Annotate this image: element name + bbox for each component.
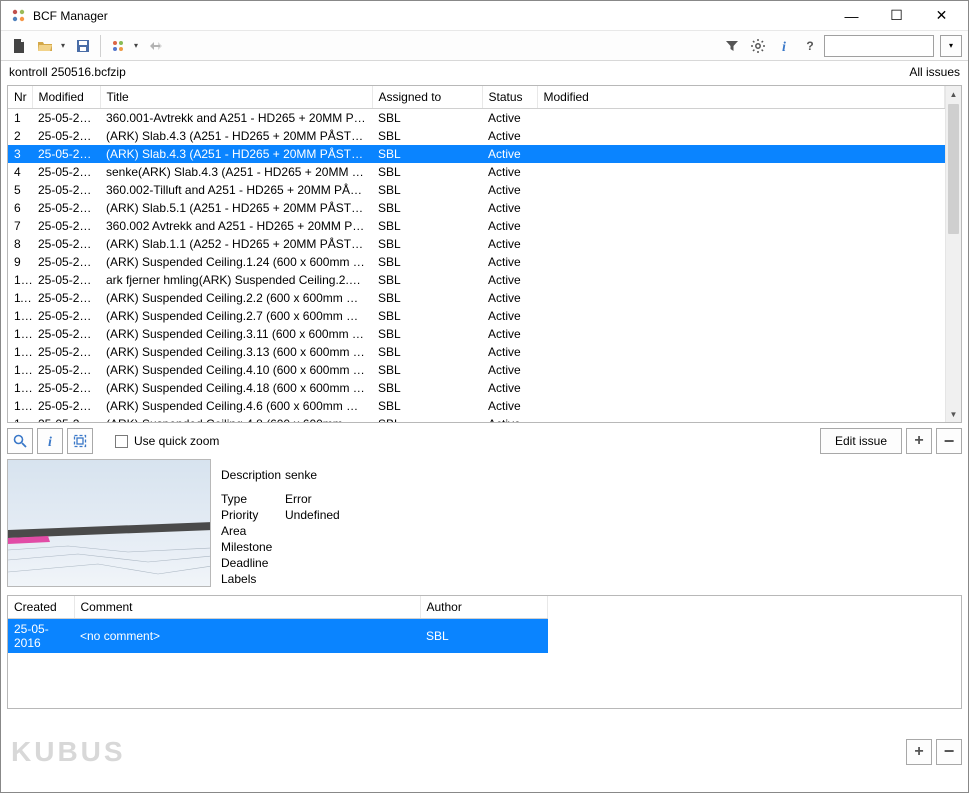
table-row[interactable]: 125-05-2016360.001-Avtrekk and A251 - HD…	[8, 109, 945, 128]
svg-text:i: i	[48, 435, 52, 449]
field-area-label: Area	[221, 524, 285, 538]
maximize-button[interactable]: ☐	[874, 2, 919, 30]
col-modified[interactable]: Modified	[32, 86, 100, 109]
table-row[interactable]: 1625-05-2016(ARK) Suspended Ceiling.4.18…	[8, 379, 945, 397]
field-description-label: Description	[221, 468, 285, 482]
field-type-value: Error	[285, 492, 312, 506]
col-assigned[interactable]: Assigned to	[372, 86, 482, 109]
field-priority-value: Undefined	[285, 508, 340, 522]
field-milestone-label: Milestone	[221, 540, 285, 554]
table-row[interactable]: 1525-05-2016(ARK) Suspended Ceiling.4.10…	[8, 361, 945, 379]
table-row[interactable]: 425-05-2016senke(ARK) Slab.4.3 (A251 - H…	[8, 163, 945, 181]
table-row[interactable]: 1125-05-2016(ARK) Suspended Ceiling.2.2 …	[8, 289, 945, 307]
new-file-button[interactable]	[7, 34, 31, 58]
field-description-value: senke	[285, 468, 317, 482]
search-input[interactable]	[824, 35, 934, 57]
scroll-thumb[interactable]	[948, 104, 959, 234]
open-file-name: kontroll 250516.bcfzip	[9, 65, 909, 79]
remove-issue-button[interactable]: −	[936, 428, 962, 454]
table-row[interactable]: 825-05-2016(ARK) Slab.1.1 (A252 - HD265 …	[8, 235, 945, 253]
save-button[interactable]	[71, 34, 95, 58]
issues-panel: Nr Modified Title Assigned to Status Mod…	[7, 85, 962, 423]
issues-scrollbar[interactable]: ▲ ▼	[945, 86, 961, 422]
table-row[interactable]: 25-05-2016<no comment>SBL	[8, 619, 548, 654]
table-row[interactable]: 325-05-2016(ARK) Slab.4.3 (A251 - HD265 …	[8, 145, 945, 163]
detail-panel: Descriptionsenke TypeError PriorityUndef…	[7, 459, 962, 587]
add-comment-button[interactable]: +	[906, 739, 932, 765]
use-quick-zoom-label: Use quick zoom	[134, 434, 219, 448]
use-quick-zoom-checkbox[interactable]: Use quick zoom	[115, 434, 219, 448]
scroll-up-icon[interactable]: ▲	[946, 86, 961, 102]
issue-thumbnail[interactable]	[7, 459, 211, 587]
table-row[interactable]: 925-05-2016(ARK) Suspended Ceiling.1.24 …	[8, 253, 945, 271]
col-title[interactable]: Title	[100, 86, 372, 109]
scroll-down-icon[interactable]: ▼	[946, 406, 961, 422]
sync-button[interactable]	[144, 34, 168, 58]
col-nr[interactable]: Nr	[8, 86, 32, 109]
window-title: BCF Manager	[33, 9, 829, 23]
col-author[interactable]: Author	[420, 596, 548, 619]
open-file-button[interactable]: ▾	[33, 34, 69, 58]
toolbar: ▾ ▾ i ? ▾	[1, 31, 968, 61]
svg-text:i: i	[782, 40, 786, 54]
table-row[interactable]: 1825-05-2016(ARK) Suspended Ceiling.4.8 …	[8, 415, 945, 422]
col-comment[interactable]: Comment	[74, 596, 420, 619]
zoom-button[interactable]	[7, 428, 33, 454]
bcf-topics-button[interactable]: ▾	[106, 34, 142, 58]
filter-button[interactable]	[720, 34, 744, 58]
footer: KUBUS + −	[1, 711, 968, 792]
table-row[interactable]: 725-05-2016360.002 Avtrekk and A251 - HD…	[8, 217, 945, 235]
bcf-topics-caret[interactable]: ▾	[130, 34, 142, 58]
edit-issue-button[interactable]: Edit issue	[820, 428, 902, 454]
info-button[interactable]: i	[772, 34, 796, 58]
open-file-caret[interactable]: ▾	[57, 34, 69, 58]
table-row[interactable]: 225-05-2016(ARK) Slab.4.3 (A251 - HD265 …	[8, 127, 945, 145]
search-dropdown[interactable]: ▾	[940, 35, 962, 57]
issues-table[interactable]: Nr Modified Title Assigned to Status Mod…	[8, 86, 945, 422]
field-priority-label: Priority	[221, 508, 285, 522]
help-button[interactable]: ?	[798, 34, 822, 58]
table-row[interactable]: 525-05-2016360.002-Tilluft and A251 - HD…	[8, 181, 945, 199]
kubus-logo: KUBUS	[11, 736, 126, 768]
table-row[interactable]: 1725-05-2016(ARK) Suspended Ceiling.4.6 …	[8, 397, 945, 415]
field-labels-label: Labels	[221, 572, 285, 586]
field-type-label: Type	[221, 492, 285, 506]
table-row[interactable]: 625-05-2016(ARK) Slab.5.1 (A251 - HD265 …	[8, 199, 945, 217]
table-row[interactable]: 1225-05-2016(ARK) Suspended Ceiling.2.7 …	[8, 307, 945, 325]
minimize-button[interactable]: —	[829, 2, 874, 30]
col-modified2[interactable]: Modified	[537, 86, 945, 109]
titlebar: BCF Manager — ☐ ✕	[1, 1, 968, 31]
table-row[interactable]: 1425-05-2016(ARK) Suspended Ceiling.3.13…	[8, 343, 945, 361]
filter-label: All issues	[909, 65, 960, 79]
add-issue-button[interactable]: +	[906, 428, 932, 454]
filebar: kontroll 250516.bcfzip All issues	[1, 61, 968, 83]
fit-view-button[interactable]	[67, 428, 93, 454]
col-status[interactable]: Status	[482, 86, 537, 109]
table-row[interactable]: 1325-05-2016(ARK) Suspended Ceiling.3.11…	[8, 325, 945, 343]
remove-comment-button[interactable]: −	[936, 739, 962, 765]
app-icon	[11, 8, 27, 24]
field-deadline-label: Deadline	[221, 556, 285, 570]
comments-table[interactable]: Created Comment Author 25-05-2016<no com…	[8, 596, 548, 653]
close-button[interactable]: ✕	[919, 2, 964, 30]
info-issue-button[interactable]: i	[37, 428, 63, 454]
table-row[interactable]: 1025-05-2016ark fjerner hmling(ARK) Susp…	[8, 271, 945, 289]
comments-panel: Created Comment Author 25-05-2016<no com…	[7, 595, 962, 709]
settings-button[interactable]	[746, 34, 770, 58]
col-created[interactable]: Created	[8, 596, 74, 619]
svg-text:?: ?	[806, 39, 813, 53]
midbar: i Use quick zoom Edit issue + −	[1, 425, 968, 457]
